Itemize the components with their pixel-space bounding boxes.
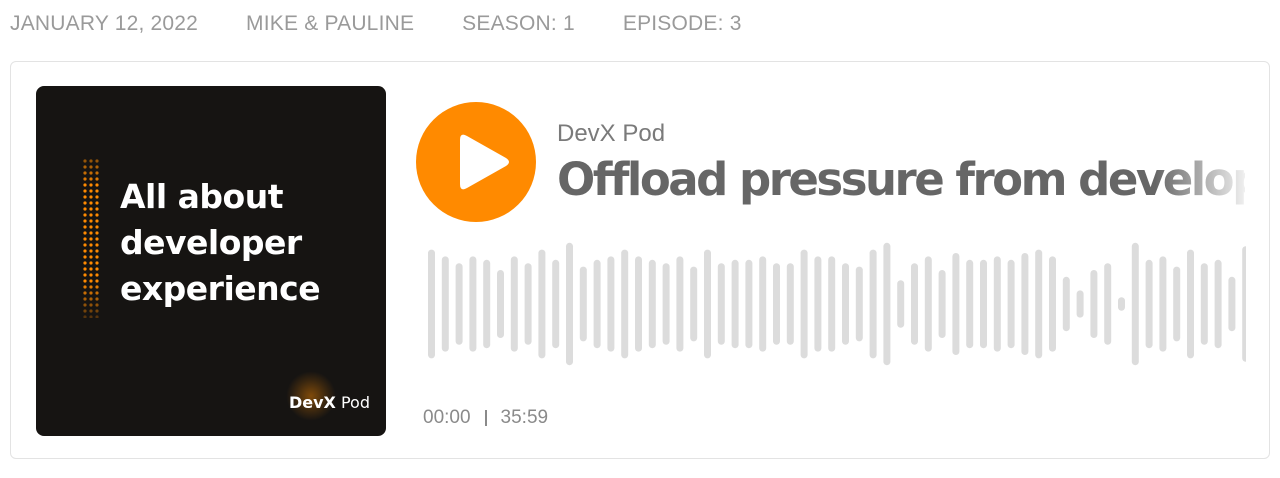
waveform-bar <box>1200 263 1208 345</box>
cover-title-line: experience <box>120 269 321 308</box>
cover-title: All about developer experience <box>120 174 321 312</box>
waveform-bar <box>1076 290 1084 318</box>
waveform-bar <box>869 249 877 359</box>
podcast-cover-art: All about developer experience DevX Pod <box>36 86 386 436</box>
waveform-bar <box>1242 246 1246 362</box>
audio-player-card: All about developer experience DevX Pod … <box>10 61 1270 459</box>
waveform-bar <box>1187 249 1194 359</box>
waveform-bar <box>911 263 918 345</box>
waveform-bar <box>938 270 946 338</box>
waveform-bar <box>993 256 1001 352</box>
waveform-bar <box>483 259 491 349</box>
waveform-bar <box>1173 266 1181 342</box>
waveform-bar <box>428 249 435 359</box>
waveform-bar <box>1214 259 1222 349</box>
cover-title-line: developer <box>120 223 302 262</box>
waveform-bar <box>441 256 449 352</box>
waveform-bar <box>607 256 615 352</box>
waveform-bar <box>1049 256 1056 352</box>
cover-logo-rest: Pod <box>335 393 370 412</box>
waveform-bars <box>428 242 1246 366</box>
total-duration: 35:59 <box>500 407 549 428</box>
episode-meta: JANUARY 12, 2022 MIKE & PAULINE SEASON: … <box>10 12 790 36</box>
waveform-bar <box>676 256 684 352</box>
episode-title-container: Offload pressure from developers <box>557 150 1245 210</box>
waveform-bar <box>924 256 932 352</box>
waveform-bar <box>759 256 767 352</box>
waveform-bar <box>524 263 532 345</box>
waveform-bar <box>1104 263 1112 345</box>
waveform-bar <box>635 256 642 352</box>
play-button[interactable] <box>416 102 536 222</box>
waveform-bar <box>731 259 739 349</box>
waveform-bar <box>621 249 629 359</box>
cover-logo-bold: DevX <box>288 393 336 412</box>
waveform-bar <box>1118 297 1125 311</box>
waveform-bar <box>1090 270 1098 338</box>
cover-logo: DevX Pod <box>289 393 370 412</box>
waveform-bar <box>855 266 863 342</box>
waveform-bar <box>593 259 601 349</box>
episode-date: JANUARY 12, 2022 <box>10 12 199 35</box>
waveform-bar <box>648 259 656 349</box>
time-display: 00:00 35:59 <box>423 407 548 429</box>
waveform-bar <box>690 266 698 342</box>
show-name: DevX Pod <box>557 120 666 147</box>
time-separator <box>484 410 487 426</box>
waveform-bar <box>814 256 822 352</box>
waveform-bar <box>1159 256 1167 352</box>
waveform-bar <box>980 259 987 349</box>
episode-title: Offload pressure from developers <box>557 153 1245 206</box>
waveform-bar <box>1131 242 1139 366</box>
waveform-bar <box>717 263 725 345</box>
title-fade-overlay <box>1155 150 1245 210</box>
waveform-bar <box>1035 249 1043 359</box>
episode-number: EPISODE: 3 <box>622 12 742 35</box>
waveform-bar <box>897 280 905 328</box>
waveform-bar <box>1021 253 1029 355</box>
waveform-bar <box>497 270 504 338</box>
waveform-bar <box>952 253 960 355</box>
waveform-bar <box>469 256 477 352</box>
waveform-bar <box>566 242 573 366</box>
play-icon <box>460 134 509 190</box>
dot-grid-decoration <box>83 159 99 318</box>
cover-title-line: All about <box>120 177 283 216</box>
waveform-bar <box>552 259 560 349</box>
waveform-bar <box>704 249 711 359</box>
waveform-bar <box>579 266 587 342</box>
waveform-bar <box>510 256 518 352</box>
waveform-bar <box>883 242 891 366</box>
waveform-bar <box>745 259 753 349</box>
current-time: 00:00 <box>423 407 471 428</box>
waveform-bar <box>1062 276 1070 332</box>
waveform-bar <box>786 263 794 345</box>
waveform-bar <box>662 263 670 345</box>
waveform-bar <box>966 259 974 349</box>
waveform-bar <box>1007 259 1015 349</box>
episode-season: SEASON: 1 <box>462 12 575 35</box>
waveform-bar <box>773 263 780 345</box>
waveform-bar <box>800 249 808 359</box>
waveform-bar <box>538 249 546 359</box>
episode-hosts: MIKE & PAULINE <box>246 12 415 35</box>
audio-waveform[interactable] <box>416 242 1246 367</box>
waveform-bar <box>842 263 849 345</box>
waveform-bar <box>828 256 836 352</box>
waveform-bar <box>455 263 463 345</box>
waveform-bar <box>1145 259 1153 349</box>
waveform-bar <box>1228 276 1236 332</box>
